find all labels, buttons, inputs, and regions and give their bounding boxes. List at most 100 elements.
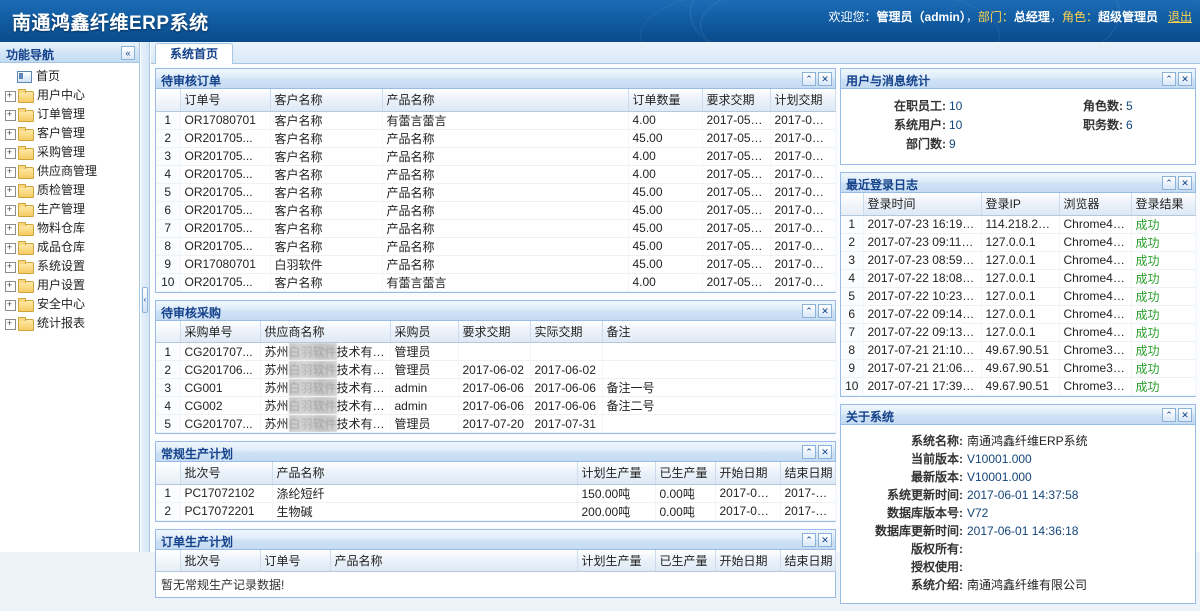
column-header-0[interactable] (156, 549, 181, 572)
sidebar-item-3[interactable]: 客户管理 (2, 124, 139, 143)
sidebar-splitter[interactable]: ‹ (141, 42, 150, 552)
table-row[interactable]: 5 2017-07-22 10:23:11 127.0.0.1 Chrome42.0 成… (841, 287, 1196, 306)
expand-plus-icon[interactable] (4, 184, 17, 197)
table-row[interactable]: 6 2017-07-22 09:14:41 127.0.0.1 Chrome43.0 成… (841, 305, 1196, 324)
sidebar-item-11[interactable]: 用户设置 (2, 276, 139, 295)
column-header-2[interactable]: 订单号 (260, 549, 331, 572)
column-header-1[interactable]: 采购单号 (180, 320, 261, 343)
expand-plus-icon[interactable] (4, 298, 17, 311)
column-header-6[interactable]: 开始日期 (715, 549, 781, 572)
table-row[interactable]: 9 OR17080701 白羽软件 产品名称 45.00 2017-05-19 2017-0… (156, 255, 836, 274)
column-header-5[interactable]: 实际交期 (530, 320, 603, 343)
sidebar-collapse-icon[interactable]: « (121, 46, 135, 60)
sidebar-item-9[interactable]: 成品仓库 (2, 238, 139, 257)
collapse-icon[interactable]: ⌃ (802, 303, 816, 318)
table-row[interactable]: 5 OR201705... 客户名称 产品名称 45.00 2017-05-18 2017-… (156, 183, 836, 202)
sidebar-item-6[interactable]: 质检管理 (2, 181, 139, 200)
sidebar-item-5[interactable]: 供应商管理 (2, 162, 139, 181)
column-header-3[interactable]: 产品名称 (330, 549, 578, 572)
table-row[interactable]: 1 2017-07-23 16:19:56 114.218.239.... Chrom… (841, 215, 1196, 234)
collapse-icon[interactable]: ⌃ (1162, 407, 1176, 422)
column-header-4[interactable]: 已生产量 (655, 462, 716, 485)
expand-plus-icon[interactable] (4, 241, 17, 254)
column-header-0[interactable] (841, 193, 864, 216)
column-header-0[interactable] (156, 462, 181, 485)
table-pending-orders[interactable]: 订单号 客户名称 产品名称 订单数量 要求交期 计划交期 1 OR17080701 客户名称 有蕾… (156, 89, 836, 292)
sidebar-item-0[interactable]: 首页 (2, 67, 139, 86)
close-icon[interactable]: ✕ (1178, 407, 1192, 422)
column-header-2[interactable]: 产品名称 (272, 462, 578, 485)
sidebar-item-7[interactable]: 生产管理 (2, 200, 139, 219)
collapse-icon[interactable]: ⌃ (1162, 176, 1176, 190)
table-regular-production-plan[interactable]: 批次号 产品名称 计划生产量 已生产量 开始日期 结束日期 1 PC17072102 涤纶短纤 1… (156, 462, 836, 521)
table-row[interactable]: 4 CG002 苏州白羽软件技术有限... admin 2017-06-06 2017-0… (156, 396, 836, 415)
table-row[interactable]: 2 2017-07-23 09:11:39 127.0.0.1 Chrome43.0 成… (841, 233, 1196, 252)
table-row[interactable]: 2 CG201706... 苏州白羽软件技术有限... 管理员 2017-06-02 20… (156, 360, 836, 379)
expand-plus-icon[interactable] (4, 146, 17, 159)
expand-plus-icon[interactable] (4, 108, 17, 121)
column-header-4[interactable]: 登录结果 (1131, 193, 1196, 216)
table-row[interactable]: 4 OR201705... 客户名称 产品名称 4.00 2017-05-18 2017-0… (156, 165, 836, 184)
expand-plus-icon[interactable] (4, 127, 17, 140)
table-row[interactable]: 10 2017-07-21 17:39:45 49.67.90.51 Chrome31… (841, 377, 1196, 396)
table-row[interactable]: 3 OR201705... 客户名称 产品名称 4.00 2017-05-18 2017-0… (156, 147, 836, 166)
column-header-3[interactable]: 浏览器 (1059, 193, 1132, 216)
column-header-5[interactable]: 开始日期 (715, 462, 781, 485)
table-row[interactable]: 2 PC17072201 生物碱 200.00吨 0.00吨 2017-07-29 2017… (156, 502, 836, 521)
sidebar-item-13[interactable]: 统计报表 (2, 314, 139, 333)
column-header-4[interactable]: 要求交期 (458, 320, 531, 343)
column-header-3[interactable]: 计划生产量 (577, 462, 656, 485)
collapse-icon[interactable]: ⌃ (1162, 72, 1176, 86)
close-icon[interactable]: ✕ (1178, 176, 1192, 190)
column-header-6[interactable]: 计划交期 (770, 89, 836, 112)
table-recent-login-logs[interactable]: 登录时间 登录IP 浏览器 登录结果 1 2017-07-23 16:19:56 114.2… (841, 193, 1196, 396)
table-row[interactable]: 9 2017-07-21 21:06:25 49.67.90.51 Chrome31.… (841, 359, 1196, 378)
expand-plus-icon[interactable] (4, 260, 17, 273)
column-header-1[interactable]: 批次号 (180, 462, 273, 485)
table-pending-purchases[interactable]: 采购单号 供应商名称 采购员 要求交期 实际交期 备注 1 CG201707... 苏州白羽软件… (156, 320, 836, 433)
column-header-3[interactable]: 产品名称 (382, 89, 629, 112)
column-header-1[interactable]: 订单号 (180, 89, 271, 112)
column-header-2[interactable]: 供应商名称 (260, 320, 391, 343)
close-icon[interactable]: ✕ (1178, 72, 1192, 86)
close-icon[interactable]: ✕ (818, 445, 832, 459)
sidebar-item-1[interactable]: 用户中心 (2, 86, 139, 105)
close-icon[interactable]: ✕ (818, 303, 832, 318)
column-header-4[interactable]: 计划生产量 (577, 549, 656, 572)
tab-system-home[interactable]: 系统首页 (155, 43, 234, 64)
column-header-1[interactable]: 登录时间 (863, 193, 982, 216)
expand-plus-icon[interactable] (4, 89, 17, 102)
collapse-icon[interactable]: ⌃ (802, 72, 816, 86)
close-icon[interactable]: ✕ (818, 72, 832, 86)
column-header-0[interactable] (156, 320, 181, 343)
column-header-5[interactable]: 已生产量 (655, 549, 716, 572)
collapse-icon[interactable]: ⌃ (802, 532, 816, 547)
table-row[interactable]: 1 OR17080701 客户名称 有蕾言蕾言 4.00 2017-05-18 2017-0… (156, 111, 836, 130)
table-row[interactable]: 10 OR201705... 客户名称 有蕾言蕾言 4.00 2017-05-19 2017… (156, 273, 836, 292)
table-row[interactable]: 3 2017-07-23 08:59:32 127.0.0.1 Chrome43.0 成… (841, 251, 1196, 270)
table-row[interactable]: 8 OR201705... 客户名称 产品名称 45.00 2017-05-19 2017-… (156, 237, 836, 256)
table-row[interactable]: 1 CG201707... 苏州白羽软件技术有限... 管理员 (156, 342, 836, 361)
expand-plus-icon[interactable] (4, 203, 17, 216)
table-row[interactable]: 5 CG201707... 苏州白羽软件技术有限... 管理员 2017-07-20 20… (156, 414, 836, 433)
table-row[interactable]: 3 CG001 苏州白羽软件技术有限... admin 2017-06-06 2017-0… (156, 378, 836, 397)
column-header-6[interactable]: 结束日期 (780, 462, 836, 485)
column-header-5[interactable]: 要求交期 (702, 89, 771, 112)
table-order-production-plan[interactable]: 批次号 订单号 产品名称 计划生产量 已生产量 开始日期 结束日期 (156, 549, 836, 572)
column-header-4[interactable]: 订单数量 (628, 89, 703, 112)
table-row[interactable]: 8 2017-07-21 21:10:02 49.67.90.51 Chrome31.… (841, 341, 1196, 360)
sidebar-item-10[interactable]: 系统设置 (2, 257, 139, 276)
expand-plus-icon[interactable] (4, 279, 17, 292)
sidebar-item-8[interactable]: 物料仓库 (2, 219, 139, 238)
table-row[interactable]: 7 2017-07-22 09:13:38 127.0.0.1 Chrome43.0 成… (841, 323, 1196, 342)
logout-link[interactable]: 退出 (1168, 10, 1192, 24)
splitter-collapse-handle[interactable]: ‹ (142, 287, 148, 313)
column-header-2[interactable]: 客户名称 (270, 89, 383, 112)
expand-plus-icon[interactable] (4, 165, 17, 178)
sidebar-item-4[interactable]: 采购管理 (2, 143, 139, 162)
expand-plus-icon[interactable] (4, 317, 17, 330)
table-row[interactable]: 7 OR201705... 客户名称 产品名称 45.00 2017-05-19 2017-… (156, 219, 836, 238)
column-header-3[interactable]: 采购员 (390, 320, 459, 343)
expand-plus-icon[interactable] (4, 222, 17, 235)
table-row[interactable]: 6 OR201705... 客户名称 产品名称 45.00 2017-05-19 2017-… (156, 201, 836, 220)
